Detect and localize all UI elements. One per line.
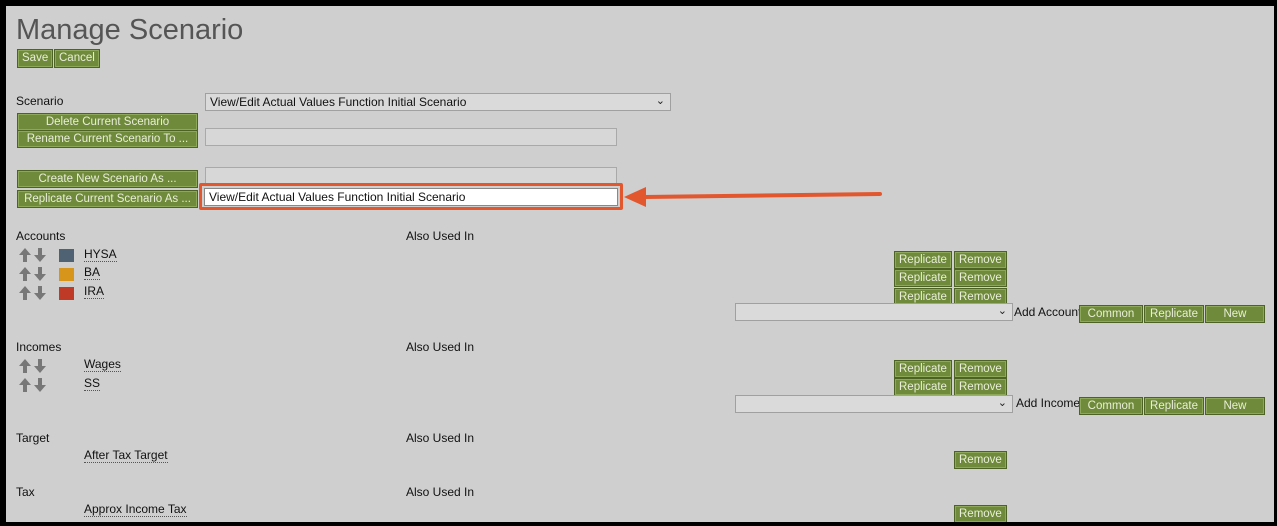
incomes-also-used-header: Also Used In	[406, 340, 475, 354]
account-replicate-button[interactable]: Replicate	[894, 269, 952, 287]
add-account-label: Add Account	[1014, 305, 1082, 319]
account-name-link[interactable]: BA	[84, 266, 101, 280]
page-title: Manage Scenario	[16, 14, 244, 46]
annotation-arrow-icon	[624, 187, 882, 207]
account-color-swatch[interactable]	[59, 249, 74, 262]
chevron-down-icon: ⌄	[655, 95, 665, 107]
replicate-scenario-button[interactable]: Replicate Current Scenario As ...	[17, 190, 198, 208]
account-replicate-new-button[interactable]: Replicate	[1144, 305, 1204, 323]
rename-scenario-input[interactable]	[205, 128, 617, 146]
target-name-link[interactable]: After Tax Target	[84, 449, 168, 463]
scenario-select-value: View/Edit Actual Values Function Initial…	[210, 95, 467, 109]
replicate-scenario-input[interactable]: View/Edit Actual Values Function Initial…	[204, 188, 618, 206]
account-name-link[interactable]: IRA	[84, 285, 105, 299]
tax-also-used-header: Also Used In	[406, 485, 475, 499]
add-income-label: Add Income	[1016, 396, 1081, 410]
down-arrow-icon[interactable]	[34, 248, 46, 262]
incomes-header: Incomes	[16, 340, 62, 354]
down-arrow-icon[interactable]	[34, 267, 46, 281]
tax-header: Tax	[16, 485, 35, 499]
delete-scenario-button[interactable]: Delete Current Scenario	[17, 113, 198, 131]
account-color-swatch[interactable]	[59, 268, 74, 281]
target-also-used-header: Also Used In	[406, 431, 475, 445]
up-arrow-icon[interactable]	[19, 248, 31, 262]
account-common-button[interactable]: Common	[1079, 305, 1143, 323]
add-income-select[interactable]: ⌄	[735, 395, 1013, 413]
chevron-down-icon: ⌄	[997, 397, 1007, 409]
tax-name-link[interactable]: Approx Income Tax	[84, 503, 187, 517]
target-header: Target	[16, 431, 50, 445]
create-scenario-button[interactable]: Create New Scenario As ...	[17, 170, 198, 188]
income-replicate-new-button[interactable]: Replicate	[1144, 397, 1204, 415]
accounts-also-used-header: Also Used In	[406, 229, 475, 243]
up-arrow-icon[interactable]	[19, 378, 31, 392]
up-arrow-icon[interactable]	[19, 359, 31, 373]
down-arrow-icon[interactable]	[34, 286, 46, 300]
save-button[interactable]: Save	[17, 49, 54, 68]
income-common-button[interactable]: Common	[1079, 397, 1143, 415]
account-remove-button[interactable]: Remove	[954, 251, 1007, 269]
account-new-button[interactable]: New	[1205, 305, 1265, 323]
add-account-select[interactable]: ⌄	[735, 303, 1013, 321]
income-remove-button[interactable]: Remove	[954, 378, 1007, 396]
account-remove-button[interactable]: Remove	[954, 269, 1007, 287]
cancel-button[interactable]: Cancel	[54, 49, 100, 68]
account-color-swatch[interactable]	[59, 287, 74, 300]
income-name-link[interactable]: SS	[84, 377, 101, 391]
rename-scenario-button[interactable]: Rename Current Scenario To ...	[17, 130, 198, 148]
down-arrow-icon[interactable]	[34, 378, 46, 392]
income-replicate-button[interactable]: Replicate	[894, 360, 952, 378]
account-name-link[interactable]: HYSA	[84, 248, 117, 262]
target-remove-button[interactable]: Remove	[954, 451, 1007, 469]
account-replicate-button[interactable]: Replicate	[894, 251, 952, 269]
income-replicate-button[interactable]: Replicate	[894, 378, 952, 396]
accounts-header: Accounts	[16, 229, 66, 243]
down-arrow-icon[interactable]	[34, 359, 46, 373]
tax-remove-button[interactable]: Remove	[954, 505, 1007, 522]
up-arrow-icon[interactable]	[19, 286, 31, 300]
up-arrow-icon[interactable]	[19, 267, 31, 281]
income-name-link[interactable]: Wages	[84, 358, 121, 372]
chevron-down-icon: ⌄	[997, 305, 1007, 317]
scenario-select[interactable]: View/Edit Actual Values Function Initial…	[205, 93, 671, 111]
income-remove-button[interactable]: Remove	[954, 360, 1007, 378]
scenario-label: Scenario	[16, 94, 64, 108]
income-new-button[interactable]: New	[1205, 397, 1265, 415]
manage-scenario-panel: Manage Scenario Save Cancel Scenario Vie…	[6, 6, 1274, 522]
